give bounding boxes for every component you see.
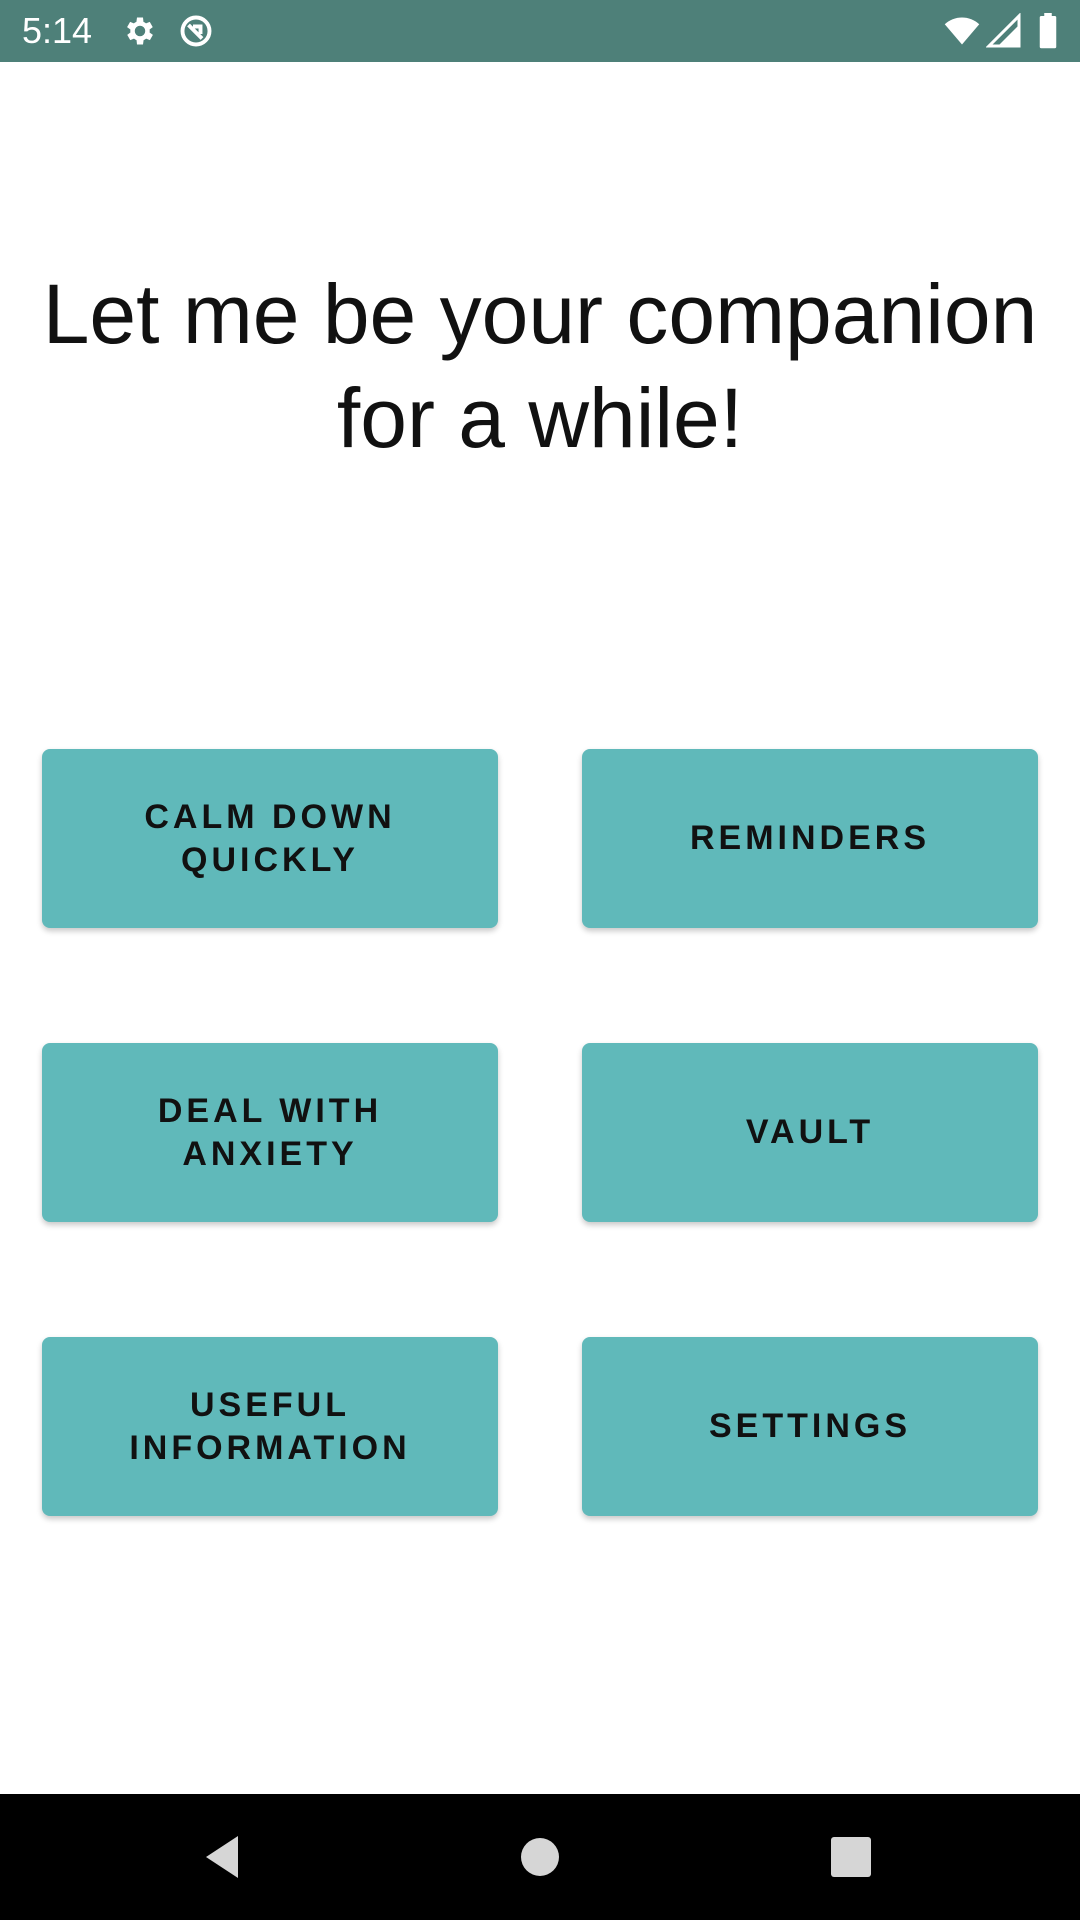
gear-icon — [122, 13, 158, 49]
reminders-button[interactable]: REMINDERS — [582, 749, 1038, 928]
vault-button[interactable]: VAULT — [582, 1043, 1038, 1222]
button-label: VAULT — [745, 1113, 875, 1151]
button-label: REMINDERS — [689, 819, 931, 857]
button-label: DEAL WITH ANXIETY — [157, 1091, 383, 1173]
calm-down-quickly-button[interactable]: CALM DOWN QUICKLY — [42, 749, 498, 928]
wifi-icon — [942, 13, 982, 49]
settings-button[interactable]: SETTINGS — [582, 1337, 1038, 1516]
button-label: USEFUL INFORMATION — [129, 1385, 411, 1467]
back-icon[interactable] — [194, 1827, 254, 1887]
app-screen: 5:14 Let me be your companion for a whil… — [0, 0, 1080, 1920]
signal-icon — [986, 13, 1022, 49]
home-icon[interactable] — [510, 1827, 570, 1887]
navigation-bar — [0, 1794, 1080, 1920]
sync-disabled-icon — [178, 13, 214, 49]
battery-icon — [1036, 13, 1060, 49]
status-time: 5:14 — [22, 10, 93, 51]
useful-information-button[interactable]: USEFUL INFORMATION — [42, 1337, 498, 1516]
button-label: SETTINGS — [708, 1407, 912, 1445]
status-bar: 5:14 — [0, 0, 1080, 62]
button-label: CALM DOWN QUICKLY — [144, 797, 396, 879]
deal-with-anxiety-button[interactable]: DEAL WITH ANXIETY — [42, 1043, 498, 1222]
headline: Let me be your companion for a while! — [42, 267, 1038, 465]
recents-icon[interactable] — [821, 1827, 881, 1887]
